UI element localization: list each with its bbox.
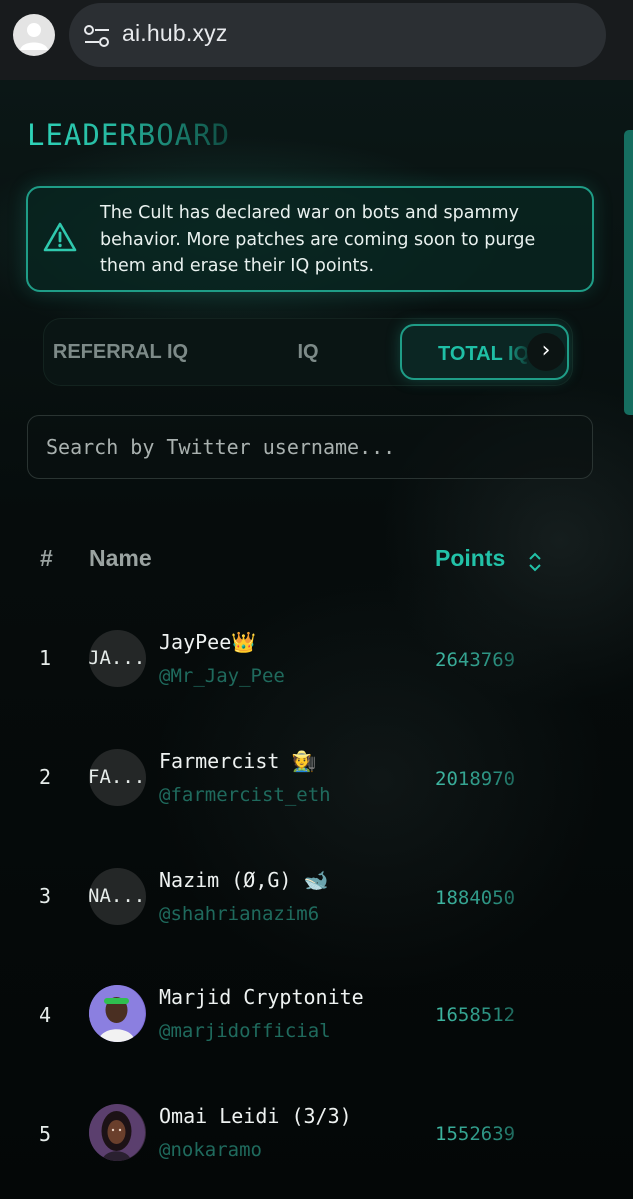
table-row[interactable]: 5 Omai Leidi (3/3) @nokaramo 1552639 <box>0 1084 633 1184</box>
twitter-handle[interactable]: @nokaramo <box>159 1139 262 1161</box>
avatar: NA... <box>89 868 146 925</box>
tab-iq[interactable]: IQ <box>273 318 343 386</box>
sort-icon[interactable] <box>527 550 543 574</box>
alert-banner: The Cult has declared war on bots and sp… <box>26 186 594 292</box>
display-name: Omai Leidi (3/3) <box>159 1104 352 1128</box>
warning-triangle-icon <box>43 222 77 252</box>
avatar: JA... <box>89 630 146 687</box>
points-value: 1658512 <box>435 1004 545 1026</box>
avatar <box>89 1104 146 1161</box>
table-row[interactable]: 2 FA... Farmercist 🧑‍🌾 @farmercist_eth 2… <box>0 727 633 827</box>
rank-cell: 5 <box>39 1122 52 1146</box>
column-header-points[interactable]: Points <box>435 545 505 572</box>
display-name: Nazim (Ø,G) 🐋 <box>159 868 329 892</box>
points-value: 2018970 <box>435 768 545 790</box>
alert-message: The Cult has declared war on bots and sp… <box>100 203 536 276</box>
tab-referral-iq[interactable]: REFERRAL IQ <box>43 318 198 386</box>
points-value: 1552639 <box>435 1123 545 1145</box>
rank-cell: 4 <box>39 1003 52 1027</box>
twitter-handle[interactable]: @Mr_Jay_Pee <box>159 665 285 687</box>
avatar <box>89 985 146 1042</box>
chevron-right-icon[interactable]: › <box>527 333 565 371</box>
tab-total-iq-label: TOTAL IQ <box>438 343 530 365</box>
search-field <box>27 415 593 479</box>
leaderboard-page: LEADERBOARD The Cult has declared war on… <box>0 80 633 1199</box>
twitter-handle[interactable]: @marjidofficial <box>159 1020 331 1042</box>
page-title: LEADERBOARD <box>27 118 231 152</box>
account-icon[interactable] <box>13 14 55 56</box>
table-row[interactable]: 4 Marjid Cryptonite @marjidofficial 1658… <box>0 965 633 1065</box>
rank-cell: 2 <box>39 765 52 789</box>
leaderboard-tabs: REFERRAL IQ IQ TOTAL IQ › <box>43 318 573 386</box>
display-name: Farmercist 🧑‍🌾 <box>159 749 317 773</box>
url-text[interactable]: ai.hub.xyz <box>122 20 228 47</box>
scrollbar[interactable] <box>624 130 633 415</box>
browser-toolbar: ai.hub.xyz <box>0 0 633 80</box>
column-header-rank: # <box>40 545 53 571</box>
twitter-handle[interactable]: @farmercist_eth <box>159 784 331 806</box>
address-bar[interactable]: ai.hub.xyz <box>69 3 606 67</box>
tune-icon[interactable] <box>83 23 111 49</box>
rank-cell: 1 <box>39 646 52 670</box>
display-name: JayPee👑 <box>159 630 257 654</box>
points-value: 2643769 <box>435 649 545 671</box>
twitter-handle[interactable]: @shahrianazim6 <box>159 903 319 925</box>
display-name: Marjid Cryptonite <box>159 985 364 1009</box>
search-input[interactable] <box>28 416 592 478</box>
table-row[interactable]: 3 NA... Nazim (Ø,G) 🐋 @shahrianazim6 188… <box>0 846 633 946</box>
table-row[interactable]: 1 JA... JayPee👑 @Mr_Jay_Pee 2643769 <box>0 608 633 708</box>
column-header-name: Name <box>89 545 152 571</box>
avatar: FA... <box>89 749 146 806</box>
rank-cell: 3 <box>39 884 52 908</box>
points-value: 1884050 <box>435 887 545 909</box>
